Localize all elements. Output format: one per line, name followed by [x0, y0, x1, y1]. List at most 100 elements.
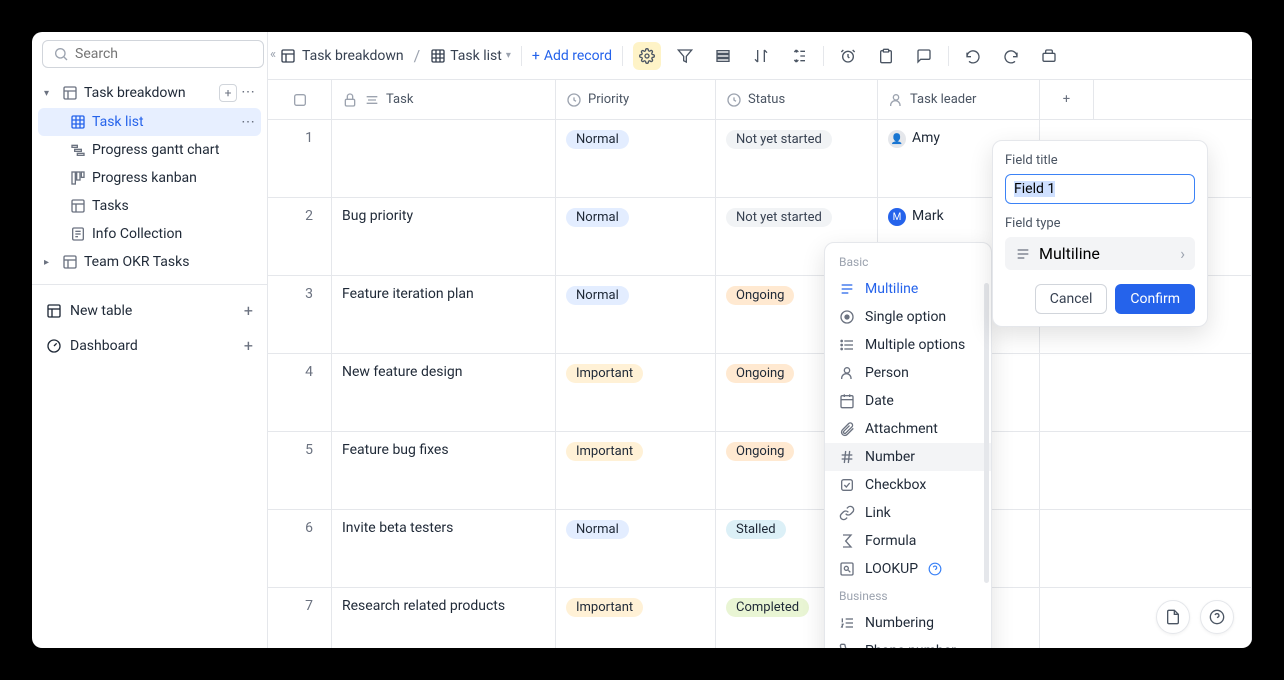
- row-height-button[interactable]: [785, 42, 813, 70]
- scrollbar[interactable]: [984, 283, 989, 583]
- priority-badge: Important: [566, 364, 643, 383]
- activity-button[interactable]: [1156, 600, 1190, 634]
- priority-badge: Normal: [566, 520, 629, 539]
- tree-root-label: Task breakdown: [84, 85, 186, 101]
- sidebar-view-progress-kanban[interactable]: Progress kanban: [38, 164, 261, 192]
- type-option-number[interactable]: Number: [825, 443, 991, 471]
- group-button[interactable]: [709, 42, 737, 70]
- dashboard-button[interactable]: Dashboard +: [42, 328, 257, 363]
- cell-priority[interactable]: Important: [556, 354, 716, 431]
- tree-root-task-breakdown[interactable]: ▾ Task breakdown + ⋯: [38, 78, 261, 108]
- type-option-attachment[interactable]: Attachment: [825, 415, 991, 443]
- priority-badge: Normal: [566, 130, 629, 149]
- more-icon[interactable]: ⋯: [241, 114, 255, 130]
- sidebar-view-info-collection[interactable]: Info Collection: [38, 220, 261, 248]
- row-number: 6: [268, 510, 332, 587]
- new-table-button[interactable]: New table +: [42, 293, 257, 328]
- chevron-right-icon: ›: [1180, 244, 1185, 263]
- sidebar-view-tasks[interactable]: Tasks: [38, 192, 261, 220]
- type-option-checkbox[interactable]: Checkbox: [825, 471, 991, 499]
- api-button[interactable]: [1035, 42, 1063, 70]
- reminder-button[interactable]: [834, 42, 862, 70]
- tree-team-okr[interactable]: ▸ Team OKR Tasks: [38, 248, 261, 276]
- undo-button[interactable]: [959, 42, 987, 70]
- select-all-header[interactable]: [268, 80, 332, 119]
- type-option-person[interactable]: Person: [825, 359, 991, 387]
- comment-button[interactable]: [910, 42, 938, 70]
- cell-task[interactable]: Feature bug fixes: [332, 432, 556, 509]
- help-button[interactable]: [1200, 600, 1234, 634]
- table-row[interactable]: 5Feature bug fixes Important Ongoing: [268, 432, 1252, 510]
- confirm-button[interactable]: Confirm: [1115, 284, 1195, 314]
- sidebar-view-progress-gantt-chart[interactable]: Progress gantt chart: [38, 136, 261, 164]
- column-task[interactable]: Task: [332, 80, 556, 119]
- cell-priority[interactable]: Normal: [556, 510, 716, 587]
- row-number: 5: [268, 432, 332, 509]
- cell-status[interactable]: Not yet started: [716, 120, 878, 197]
- type-option-lookup[interactable]: LOOKUP: [825, 555, 991, 583]
- type-option-single-option[interactable]: Single option: [825, 303, 991, 331]
- clipboard-button[interactable]: [872, 42, 900, 70]
- column-task-leader[interactable]: Task leader: [878, 80, 1040, 119]
- type-option-formula[interactable]: Formula: [825, 527, 991, 555]
- multiline-icon: [1015, 246, 1031, 262]
- comment-icon: [916, 48, 932, 64]
- status-badge: Ongoing: [726, 286, 794, 305]
- breadcrumb[interactable]: Task breakdown: [280, 48, 404, 64]
- table-icon: [46, 303, 62, 319]
- row-number: 1: [268, 120, 332, 197]
- cancel-button[interactable]: Cancel: [1035, 284, 1108, 314]
- cell-task[interactable]: Research related products: [332, 588, 556, 648]
- add-column-button[interactable]: +: [1040, 80, 1094, 119]
- field-title-input[interactable]: [1005, 174, 1195, 204]
- type-option-date[interactable]: Date: [825, 387, 991, 415]
- type-option-multiple-options[interactable]: Multiple options: [825, 331, 991, 359]
- search-input[interactable]: [75, 46, 253, 62]
- type-option-phone-number[interactable]: Phone number: [825, 637, 991, 648]
- filter-icon: [677, 48, 693, 64]
- main-area: Task breakdown / Task list ▾ + Add recor…: [268, 32, 1252, 648]
- single-select-icon: [566, 92, 582, 108]
- priority-badge: Important: [566, 442, 643, 461]
- status-badge: Ongoing: [726, 442, 794, 461]
- priority-badge: Important: [566, 598, 643, 617]
- settings-button[interactable]: [633, 42, 661, 70]
- more-icon[interactable]: ⋯: [241, 84, 255, 102]
- cell-task[interactable]: Bug priority: [332, 198, 556, 275]
- view-icon: [70, 198, 86, 214]
- search-box[interactable]: [42, 40, 264, 68]
- redo-button[interactable]: [997, 42, 1025, 70]
- type-option-link[interactable]: Link: [825, 499, 991, 527]
- sort-button[interactable]: [747, 42, 775, 70]
- add-view-button[interactable]: +: [219, 84, 237, 102]
- filter-button[interactable]: [671, 42, 699, 70]
- cell-task[interactable]: Feature iteration plan: [332, 276, 556, 353]
- toolbar: Task breakdown / Task list ▾ + Add recor…: [268, 32, 1252, 80]
- row-number: 3: [268, 276, 332, 353]
- cell-priority[interactable]: Important: [556, 588, 716, 648]
- view-selector[interactable]: Task list ▾: [430, 48, 511, 64]
- type-icon: [839, 533, 855, 549]
- sidebar-view-task-list[interactable]: Task list⋯: [38, 108, 261, 136]
- type-option-numbering[interactable]: Numbering: [825, 609, 991, 637]
- table-row[interactable]: 6Invite beta testersNormalStalled: [268, 510, 1252, 588]
- cell-priority[interactable]: Important: [556, 432, 716, 509]
- cell-priority[interactable]: Normal: [556, 120, 716, 197]
- chevron-down-icon: ▾: [506, 50, 511, 61]
- caret-down-icon: ▾: [44, 88, 56, 99]
- table-row[interactable]: 4New feature designImportantOngoing: [268, 354, 1252, 432]
- cell-task[interactable]: [332, 120, 556, 197]
- add-record-button[interactable]: + Add record: [532, 48, 612, 64]
- type-option-multiline[interactable]: Multiline: [825, 275, 991, 303]
- table-row[interactable]: 7Research related productsImportantCompl…: [268, 588, 1252, 648]
- field-type-selector[interactable]: Multiline ›: [1005, 237, 1195, 270]
- cell-priority[interactable]: Normal: [556, 198, 716, 275]
- text-icon: [364, 92, 380, 108]
- column-status[interactable]: Status: [716, 80, 878, 119]
- cell-priority[interactable]: Normal: [556, 276, 716, 353]
- column-priority[interactable]: Priority: [556, 80, 716, 119]
- cell-task[interactable]: Invite beta testers: [332, 510, 556, 587]
- cell-task[interactable]: New feature design: [332, 354, 556, 431]
- avatar: 👤: [888, 130, 906, 148]
- grid-icon: [430, 48, 446, 64]
